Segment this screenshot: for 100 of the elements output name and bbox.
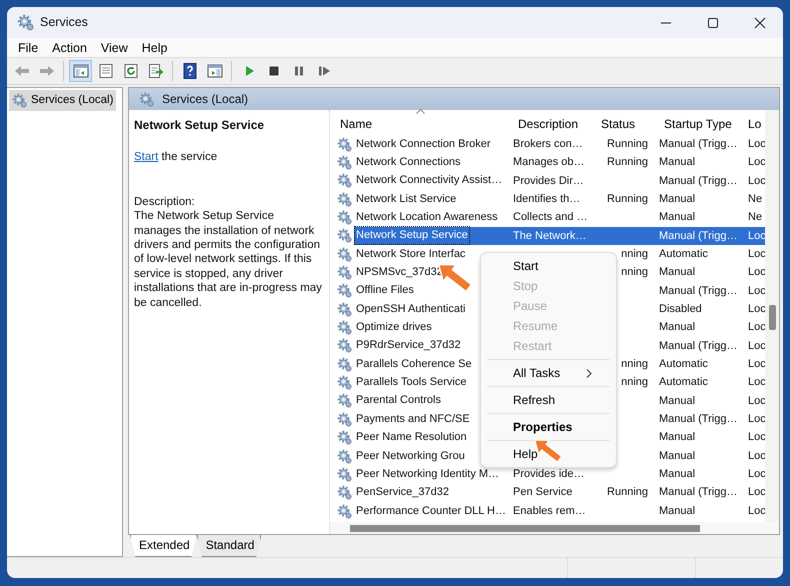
start-service-text: Start the service (134, 150, 218, 165)
menu-item[interactable]: Help (485, 444, 612, 464)
gear-icon (337, 485, 352, 500)
toolbar-button[interactable] (69, 60, 92, 82)
table-cell: Automatic (659, 376, 708, 388)
table-cell: Manages ob… (513, 156, 585, 168)
table-cell: Automatic (659, 248, 708, 260)
pane-icon (72, 63, 88, 79)
start-link[interactable]: Start (134, 151, 158, 164)
table-cell: Provides Dir… (513, 174, 584, 187)
gear-icon (337, 393, 352, 408)
menu-item[interactable]: All Tasks (485, 363, 612, 383)
table-cell: Manual (659, 450, 696, 462)
table-cell-text: Network Connectivity Assist… (355, 173, 504, 188)
table-cell: Manual (659, 431, 696, 444)
table-cell: Loc (748, 394, 766, 407)
menu-item[interactable]: Action (45, 38, 94, 56)
maximize-icon (706, 16, 718, 28)
gear-icon (337, 430, 352, 446)
table-cell: Pen Service (513, 486, 572, 498)
gear-icon (337, 136, 352, 152)
table-cell: Disabled (659, 303, 702, 316)
gear-icon (337, 246, 352, 262)
menu-item[interactable]: File (11, 38, 46, 56)
table-cell: nning (621, 248, 648, 260)
table-cell-text: Parallels Tools Service (355, 375, 468, 390)
table-cell-text: PenService_37d32 (355, 485, 450, 500)
table-cell: Loc (748, 376, 766, 388)
table-cell: Loc (748, 468, 766, 480)
table-cell-text: Peer Networking Grou (355, 448, 466, 464)
table-cell: nning (621, 376, 648, 388)
table-cell: Manual (659, 468, 696, 480)
table-cell-text: NPSMSvc_37d32 (355, 265, 444, 280)
table-cell: Enables rem… (513, 504, 586, 517)
gear-icon (139, 92, 154, 106)
gear-icon (337, 504, 352, 519)
forward-arrow-icon (38, 63, 54, 79)
gear-icon (337, 155, 352, 170)
table-cell: Loc (748, 340, 766, 352)
table-cell: Automatic (659, 358, 708, 370)
table-cell: Manual (659, 394, 696, 407)
table-cell: Running (607, 192, 648, 205)
table-cell: Ne (748, 211, 762, 224)
chevron-right-icon (586, 368, 592, 378)
gear-icon (337, 228, 352, 244)
table-cell: Ne (748, 192, 762, 205)
gear-icon (337, 265, 352, 280)
sort-caret-icon (416, 109, 425, 114)
table-cell: Collects and … (513, 211, 588, 224)
table-cell: Loc (748, 413, 766, 426)
gear-icon (337, 320, 352, 336)
table-cell: Loc (748, 321, 766, 334)
table-cell-text: Parental Controls (355, 393, 442, 408)
tree-item[interactable]: Services (Local) (9, 90, 116, 112)
menu-item[interactable]: Refresh (485, 390, 612, 410)
menu-item[interactable]: Help (134, 38, 174, 56)
table-cell: Manual (Trigg… (659, 413, 738, 426)
column-header[interactable]: Lo (743, 113, 765, 135)
column-header[interactable]: Name (330, 113, 508, 135)
table-cell: Manual (Trigg… (659, 486, 738, 498)
table-cell-text: Network List Service (355, 192, 458, 207)
table-cell: Manual (Trigg… (659, 230, 738, 242)
table-cell-text: Offline Files (355, 283, 415, 298)
table-cell-text: Parallels Coherence Se (355, 356, 473, 372)
table-cell: Loc (748, 486, 766, 498)
gear-icon (337, 375, 352, 390)
table-cell: Loc (748, 358, 766, 370)
table-cell: Manual (Trigg… (659, 174, 738, 187)
menu-item[interactable]: View (94, 38, 135, 56)
gear-icon (337, 173, 352, 188)
table-cell: nning (621, 266, 648, 278)
gear-icon (337, 448, 352, 464)
table-cell: Manual (659, 156, 696, 168)
gear-icon (337, 412, 352, 427)
help-icon (182, 63, 198, 79)
view-tab[interactable]: Extended (130, 535, 197, 557)
menu-item[interactable]: Properties (485, 417, 612, 437)
window-title: Services (40, 14, 88, 32)
table-cell: Manual (659, 266, 696, 278)
table-cell: Loc (748, 284, 766, 297)
table-cell: Running (607, 138, 648, 150)
gear-icon (17, 14, 34, 31)
gear-icon (12, 93, 27, 108)
table-cell: Manual (Trigg… (659, 340, 738, 352)
menu-item[interactable]: Start (485, 256, 612, 276)
view-tab[interactable]: Standard (196, 535, 262, 557)
pane-icon (206, 63, 222, 79)
column-header[interactable]: Description (508, 113, 591, 135)
table-cell: Running (607, 486, 648, 498)
table-cell: Manual (Trigg… (659, 138, 738, 150)
table-cell: Identifies th… (513, 192, 580, 205)
table-cell: Manual (Trigg… (659, 284, 738, 297)
export-icon (148, 63, 164, 79)
table-cell: Loc (748, 504, 766, 517)
table-cell: Manual (659, 504, 696, 517)
gear-icon (337, 192, 352, 207)
column-header[interactable]: Startup Type (654, 113, 743, 135)
table-cell: Loc (748, 303, 766, 316)
table-cell-text: Peer Networking Identity M… (355, 466, 500, 482)
column-header[interactable]: Status (591, 113, 654, 135)
